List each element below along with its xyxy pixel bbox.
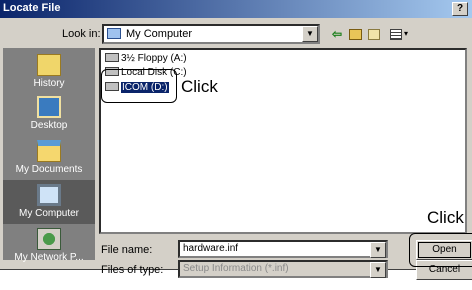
file-name: 3½ Floppy (A:): [121, 53, 187, 64]
chevron-down-icon[interactable]: ▼: [302, 26, 318, 42]
place-label: Desktop: [30, 120, 68, 131]
file-type-label: Files of type:: [101, 264, 164, 276]
chevron-down-icon: ▼: [370, 262, 386, 278]
file-type-select: Setup Information (*.inf) ▼: [178, 260, 388, 278]
place-history[interactable]: History: [3, 50, 95, 94]
place-label: My Documents: [15, 164, 83, 175]
callout-highlight-drive: [101, 69, 177, 103]
place-label: My Network P...: [14, 252, 84, 263]
new-folder-icon[interactable]: [368, 29, 380, 40]
desktop-icon: [37, 96, 61, 118]
view-menu-chevron-icon[interactable]: ▾: [404, 26, 408, 42]
places-bar: History Desktop My Documents My Computer…: [3, 48, 95, 263]
file-type-value: Setup Information (*.inf): [183, 263, 289, 274]
back-arrow-icon[interactable]: ⇦: [332, 26, 342, 42]
file-name-value: hardware.inf: [183, 243, 239, 254]
file-name-field[interactable]: hardware.inf ▼: [178, 240, 388, 258]
callout-highlight-open: [409, 233, 472, 267]
place-network[interactable]: My Network P...: [3, 224, 95, 268]
callout-label: Click: [427, 208, 464, 228]
up-folder-icon[interactable]: [349, 29, 362, 40]
look-in-dropdown[interactable]: My Computer ▼: [102, 24, 320, 44]
callout-label: Click: [181, 77, 218, 97]
look-in-value: My Computer: [126, 28, 193, 40]
history-icon: [37, 54, 61, 76]
place-my-documents[interactable]: My Documents: [3, 136, 95, 180]
network-places-icon: [37, 228, 61, 250]
my-documents-icon: [37, 140, 61, 162]
my-computer-icon: [37, 184, 61, 206]
place-label: My Computer: [18, 208, 79, 219]
place-my-computer[interactable]: My Computer: [3, 180, 95, 224]
window-title: Locate File: [3, 2, 61, 14]
place-label: History: [33, 78, 65, 89]
look-in-label: Look in:: [62, 28, 101, 40]
file-name-label: File name:: [101, 244, 153, 256]
help-button[interactable]: ?: [452, 2, 468, 16]
list-item[interactable]: 3½ Floppy (A:): [105, 52, 187, 66]
place-desktop[interactable]: Desktop: [3, 92, 95, 136]
view-menu-icon[interactable]: [390, 29, 402, 40]
my-computer-icon: [107, 28, 121, 39]
title-bar: Locate File ?: [0, 0, 472, 18]
locate-file-dialog: Locate File ? Look in: My Computer ▼ ⇦ ▾…: [0, 0, 472, 280]
floppy-drive-icon: [105, 53, 119, 62]
chevron-down-icon[interactable]: ▼: [370, 242, 386, 258]
